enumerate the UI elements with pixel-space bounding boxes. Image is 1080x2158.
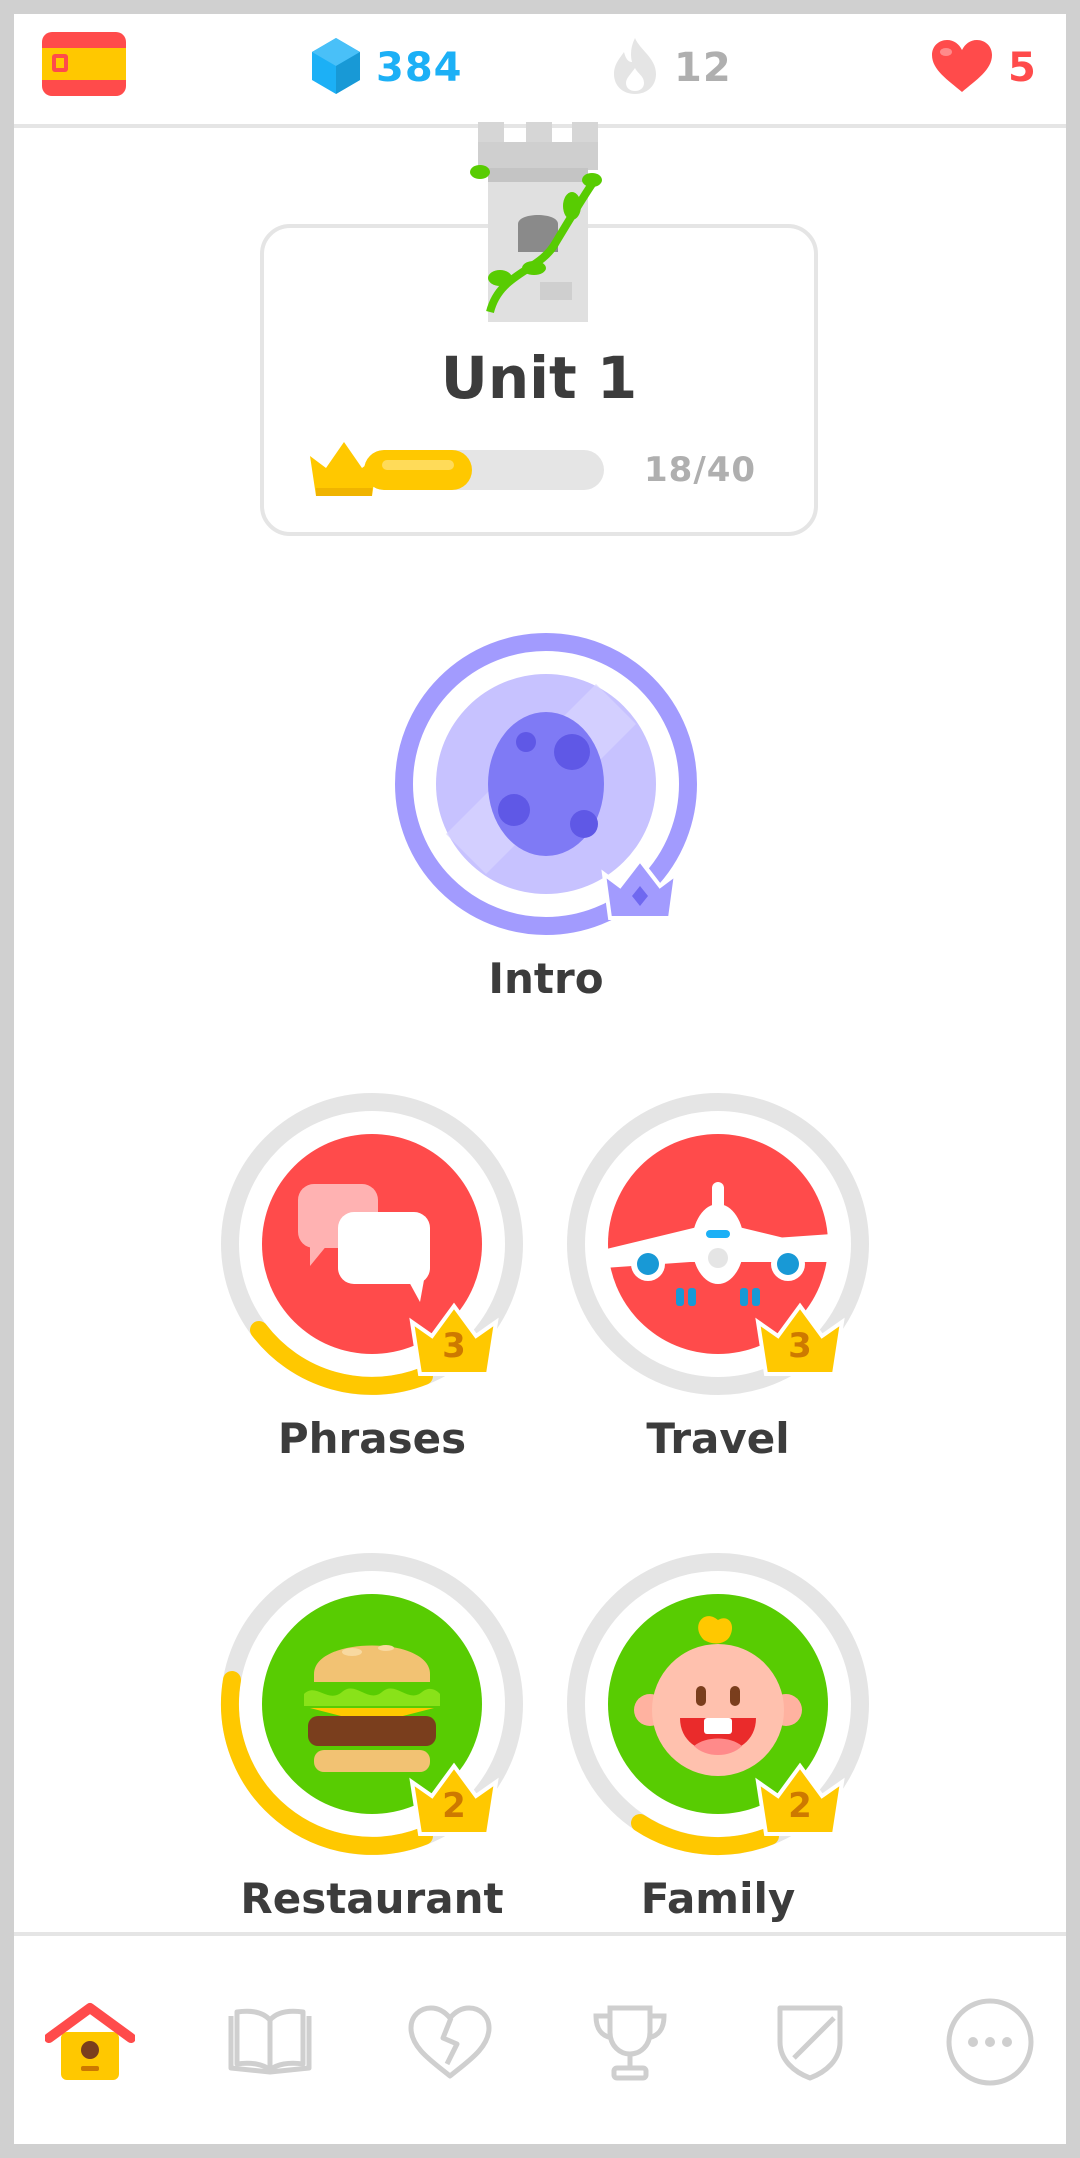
- crown-level: 3: [788, 1326, 812, 1366]
- shield-icon: [777, 2005, 843, 2081]
- crown-level: 2: [788, 1786, 812, 1826]
- skill-label: Intro: [488, 954, 604, 1003]
- app-screen: 384 12 5 Unit 1 18/40 Intro 3 Phrases 3 …: [14, 14, 1066, 2144]
- skill-restaurant[interactable]: 2 Restaurant: [212, 1544, 532, 1924]
- more-icon: [946, 1998, 1034, 2086]
- hearts-counter[interactable]: 5: [930, 38, 1037, 98]
- skill-family[interactable]: 2 Family: [558, 1544, 878, 1924]
- crown-level: 2: [442, 1786, 466, 1826]
- language-flag-icon[interactable]: [42, 32, 126, 96]
- nav-shop[interactable]: [760, 1992, 860, 2092]
- book-icon: [228, 2008, 312, 2075]
- unit-title: Unit 1: [440, 344, 638, 412]
- trophy-icon: [593, 2005, 667, 2081]
- crown-level-badge: 2: [408, 1762, 500, 1838]
- gem-icon: [310, 36, 362, 100]
- crown-level-badge: 3: [754, 1302, 846, 1378]
- nav-stories[interactable]: [220, 1992, 320, 2092]
- nav-more[interactable]: [940, 1992, 1040, 2092]
- skill-intro[interactable]: Intro: [386, 624, 706, 1004]
- skill-label: Phrases: [277, 1414, 467, 1463]
- nav-practice[interactable]: [400, 1992, 500, 2092]
- skill-phrases[interactable]: 3 Phrases: [212, 1084, 532, 1464]
- broken-heart-icon: [408, 2005, 492, 2079]
- nav-learn[interactable]: [40, 1992, 140, 2092]
- gems-counter[interactable]: 384: [310, 38, 463, 98]
- gems-count: 384: [376, 45, 463, 91]
- castle-icon: [460, 122, 616, 322]
- hearts-count: 5: [1008, 45, 1037, 91]
- skill-travel[interactable]: 3 Travel: [558, 1084, 878, 1464]
- heart-icon: [930, 38, 994, 98]
- home-icon: [45, 2003, 135, 2080]
- crown-level-badge: 3: [408, 1302, 500, 1378]
- streak-count: 12: [674, 45, 732, 91]
- crown-icon: [304, 436, 384, 500]
- bottom-navigation: [14, 1932, 1066, 2144]
- crown-level-badge: 2: [754, 1762, 846, 1838]
- legendary-crown-icon: [600, 856, 692, 932]
- unit-progress-text: 18/40: [644, 450, 757, 490]
- streak-counter[interactable]: 12: [610, 38, 732, 98]
- skill-label: Restaurant: [240, 1874, 504, 1923]
- top-stats-bar: 384 12 5: [14, 14, 1066, 128]
- unit-progress-bar: [364, 450, 604, 490]
- nav-leaderboards[interactable]: [580, 1992, 680, 2092]
- skill-label: Travel: [646, 1414, 790, 1463]
- flame-icon: [610, 36, 660, 100]
- crown-level: 3: [442, 1326, 466, 1366]
- skill-label: Family: [640, 1874, 796, 1923]
